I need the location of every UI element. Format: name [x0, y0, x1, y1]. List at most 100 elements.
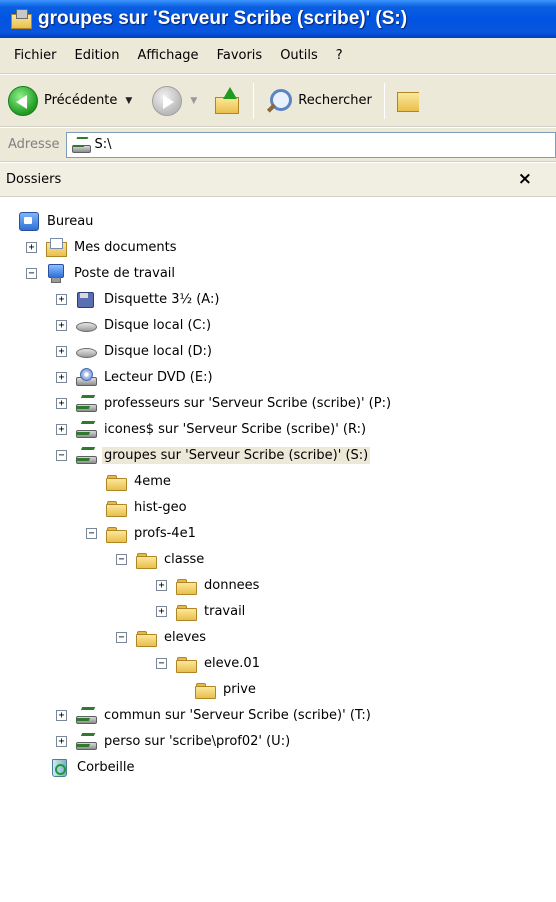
menu-bar: Fichier Edition Affichage Favoris Outils… [0, 38, 556, 74]
tree-item-disque-d[interactable]: + Disque local (D:) [56, 338, 214, 364]
tree-item-bureau[interactable]: Bureau [18, 208, 95, 234]
network-drive-icon [75, 419, 97, 439]
forward-arrow-icon [152, 85, 183, 116]
collapse-icon[interactable]: − [86, 527, 97, 539]
tree-item-corbeille[interactable]: Corbeille [48, 754, 136, 780]
tree-item-label: prive [223, 681, 256, 697]
menu-tools[interactable]: Outils [272, 48, 326, 63]
tree-item-groupes[interactable]: − groupes sur 'Serveur Scribe (scribe)' … [56, 442, 371, 468]
title-bar[interactable]: groupes sur 'Serveur Scribe (scribe)' (S… [0, 0, 556, 38]
address-value: S:\ [94, 137, 112, 152]
search-icon [264, 87, 293, 115]
desktop-icon [18, 211, 40, 231]
menu-view[interactable]: Affichage [129, 48, 206, 63]
tree-item-label: donnees [204, 577, 260, 593]
forward-button[interactable]: ▼ [152, 81, 197, 121]
expand-icon[interactable]: + [26, 241, 37, 253]
close-icon[interactable]: × [518, 169, 532, 189]
tree-item-label: Corbeille [77, 759, 135, 775]
network-drive-icon [71, 136, 91, 154]
expand-icon[interactable]: + [56, 345, 67, 357]
folder-icon [105, 497, 127, 517]
expand-icon[interactable]: + [56, 319, 67, 331]
dvd-drive-icon [75, 367, 97, 387]
up-folder-button[interactable] [213, 81, 241, 121]
menu-file[interactable]: Fichier [6, 48, 65, 63]
tree-item-poste-de-travail[interactable]: − Poste de travail [26, 260, 177, 286]
tree-item-travail[interactable]: + travail [156, 598, 247, 624]
tree-item-label: Poste de travail [74, 265, 176, 281]
network-drive-icon [75, 705, 97, 725]
collapse-icon[interactable]: − [56, 449, 67, 461]
toolbar: Précédente ▼ ▼ Rechercher [0, 75, 556, 127]
expand-icon[interactable]: + [56, 293, 67, 305]
tree-item-classe[interactable]: − classe [116, 546, 206, 572]
tree-item-donnees[interactable]: + donnees [156, 572, 261, 598]
tree-item-label: classe [164, 551, 205, 567]
tree-item-label: 4eme [134, 473, 171, 489]
tree-item-lecteur-dvd[interactable]: + Lecteur DVD (E:) [56, 364, 215, 390]
tree-item-label: Disquette 3½ (A:) [104, 291, 220, 307]
hard-drive-icon [75, 315, 97, 335]
toolbar-separator [383, 82, 385, 119]
folders-button[interactable] [395, 81, 419, 121]
tree-item-mes-documents[interactable]: + Mes documents [26, 234, 178, 260]
back-button[interactable]: Précédente ▼ [8, 81, 132, 121]
tree-item-label: Lecteur DVD (E:) [104, 369, 213, 385]
folder-icon [194, 679, 216, 699]
window-title: groupes sur 'Serveur Scribe (scribe)' (S… [38, 8, 408, 29]
tree-item-label: eleve.01 [204, 655, 260, 671]
folder-icon [105, 471, 127, 491]
back-arrow-icon [8, 85, 38, 116]
tree-item-commun[interactable]: + commun sur 'Serveur Scribe (scribe)' (… [56, 702, 373, 728]
tree-item-label: perso sur 'scribe\prof02' (U:) [104, 733, 291, 749]
tree-item-hist-geo[interactable]: hist-geo [105, 494, 189, 520]
collapse-icon[interactable]: − [26, 267, 37, 279]
window-folder-icon [10, 9, 32, 29]
folders-pane-title: Dossiers [6, 172, 62, 187]
my-documents-icon [45, 237, 67, 257]
tree-item-4eme[interactable]: 4eme [105, 468, 173, 494]
collapse-icon[interactable]: − [116, 553, 127, 565]
up-folder-icon [213, 86, 241, 115]
menu-help[interactable]: ? [328, 48, 351, 63]
tree-item-icones[interactable]: + icones$ sur 'Serveur Scribe (scribe)' … [56, 416, 368, 442]
expand-icon[interactable]: + [56, 735, 67, 747]
expand-icon[interactable]: + [156, 579, 167, 591]
tree-item-label: eleves [164, 629, 207, 645]
tree-item-label: profs-4e1 [134, 525, 196, 541]
folder-icon [135, 549, 157, 569]
tree-item-label: Mes documents [74, 239, 177, 255]
hard-drive-icon [75, 341, 97, 361]
tree-item-professeurs[interactable]: + professeurs sur 'Serveur Scribe (scrib… [56, 390, 393, 416]
folder-icon [175, 575, 197, 595]
tree-item-disque-c[interactable]: + Disque local (C:) [56, 312, 213, 338]
back-dropdown-icon[interactable]: ▼ [125, 96, 132, 106]
tree-item-eleves[interactable]: − eleves [116, 624, 208, 650]
expand-icon[interactable]: + [56, 423, 67, 435]
expand-icon[interactable]: + [156, 605, 167, 617]
expand-icon[interactable]: + [56, 371, 67, 383]
menu-edit[interactable]: Edition [67, 48, 128, 63]
search-button[interactable]: Rechercher [264, 81, 372, 121]
collapse-icon[interactable]: − [156, 657, 167, 669]
folders-icon [395, 86, 419, 116]
tree-item-prive[interactable]: prive [194, 676, 258, 702]
forward-dropdown-icon[interactable]: ▼ [190, 96, 197, 106]
tree-item-label: icones$ sur 'Serveur Scribe (scribe)' (R… [104, 421, 367, 437]
tree-item-label: hist-geo [134, 499, 187, 515]
expand-icon[interactable]: + [56, 709, 67, 721]
tree-item-eleve-01[interactable]: − eleve.01 [156, 650, 262, 676]
tree-item-profs-4e1[interactable]: − profs-4e1 [86, 520, 198, 546]
collapse-icon[interactable]: − [116, 631, 127, 643]
tree-item-label: travail [204, 603, 246, 619]
folder-icon [175, 601, 197, 621]
folder-icon [105, 523, 127, 543]
network-drive-icon [75, 731, 97, 751]
computer-icon [45, 263, 67, 283]
tree-item-disquette[interactable]: + Disquette 3½ (A:) [56, 286, 221, 312]
tree-item-perso[interactable]: + perso sur 'scribe\prof02' (U:) [56, 728, 292, 754]
expand-icon[interactable]: + [56, 397, 67, 409]
menu-favorites[interactable]: Favoris [209, 48, 271, 63]
address-field[interactable]: S:\ [65, 131, 556, 158]
